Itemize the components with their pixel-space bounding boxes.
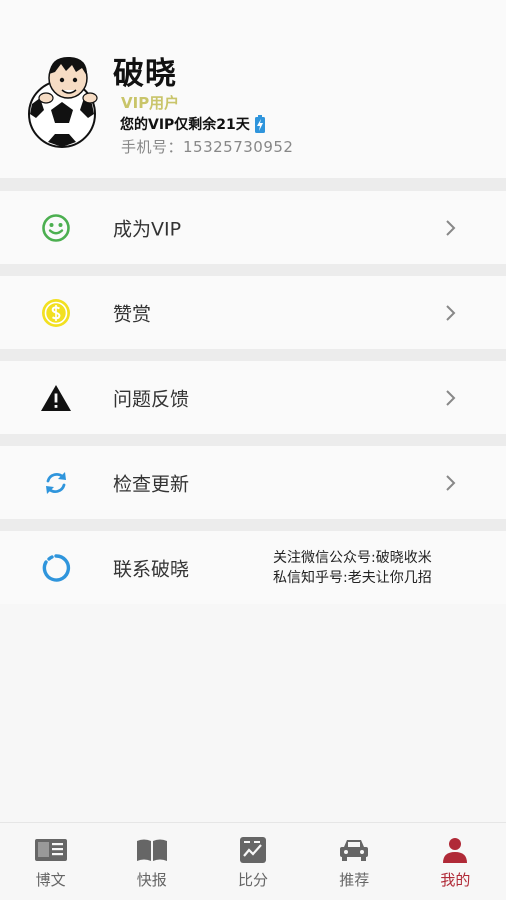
- menu-label: 问题反馈: [113, 388, 190, 410]
- warning-triangle-icon: [40, 382, 72, 414]
- tab-recommend[interactable]: 推荐: [304, 823, 405, 900]
- contact-note-wechat: 关注微信公众号:破晓收米: [273, 549, 432, 566]
- chevron-right-icon: [446, 474, 456, 491]
- person-icon: [438, 835, 472, 865]
- vip-badge: VIP用户: [121, 94, 180, 112]
- vip-remaining-row: 您的VIP仅剩余21天: [120, 114, 265, 134]
- section-divider: [0, 178, 506, 191]
- section-divider: [0, 349, 506, 361]
- tab-news-flash[interactable]: 快报: [101, 823, 202, 900]
- phone-number: 手机号：15325730952: [121, 138, 294, 156]
- tab-label: 快报: [136, 871, 167, 889]
- battery-icon: [254, 115, 265, 133]
- coin-dollar-icon: [40, 297, 72, 329]
- contact-note: 关注微信公众号:破晓收米 私信知乎号:老夫让你几招: [273, 548, 432, 588]
- tab-label: 我的: [440, 871, 471, 889]
- menu-label: 检查更新: [113, 473, 190, 495]
- tab-label: 博文: [35, 871, 66, 889]
- tab-mine[interactable]: 我的: [405, 823, 506, 900]
- vip-remaining-text: 您的VIP仅剩余21天: [120, 117, 250, 133]
- menu-label: 成为VIP: [113, 218, 182, 240]
- menu-item-feedback[interactable]: 问题反馈: [0, 361, 506, 434]
- avatar[interactable]: [18, 52, 106, 152]
- chevron-right-icon: [446, 304, 456, 321]
- tab-scores[interactable]: 比分: [202, 823, 303, 900]
- contact-note-zhihu: 私信知乎号:老夫让你几招: [273, 569, 432, 586]
- section-divider: [0, 519, 506, 531]
- menu-item-contact[interactable]: 联系破晓 关注微信公众号:破晓收米 私信知乎号:老夫让你几招: [0, 531, 506, 604]
- user-name: 破晓: [113, 56, 177, 92]
- menu-item-check-update[interactable]: 检查更新: [0, 446, 506, 519]
- menu-label: 赞赏: [113, 303, 152, 325]
- chevron-right-icon: [446, 389, 456, 406]
- tab-articles[interactable]: 博文: [0, 823, 101, 900]
- tab-label: 比分: [238, 871, 269, 889]
- section-divider: [0, 434, 506, 446]
- newspaper-icon: [34, 835, 68, 865]
- circle-ring-icon: [40, 552, 72, 584]
- refresh-icon: [40, 467, 72, 499]
- score-chart-icon: [236, 835, 270, 865]
- menu-item-reward[interactable]: 赞赏: [0, 276, 506, 349]
- smiley-icon: [40, 212, 72, 244]
- bottom-nav: 博文 快报 比分 推荐 我的: [0, 822, 506, 900]
- menu-item-become-vip[interactable]: 成为VIP: [0, 191, 506, 264]
- profile-header: 破晓 VIP用户 您的VIP仅剩余21天 手机号：15325730952: [0, 0, 506, 178]
- section-divider: [0, 264, 506, 276]
- car-icon: [337, 835, 371, 865]
- open-book-icon: [135, 835, 169, 865]
- menu-label: 联系破晓: [113, 558, 190, 580]
- chevron-right-icon: [446, 219, 456, 236]
- tab-label: 推荐: [339, 871, 370, 889]
